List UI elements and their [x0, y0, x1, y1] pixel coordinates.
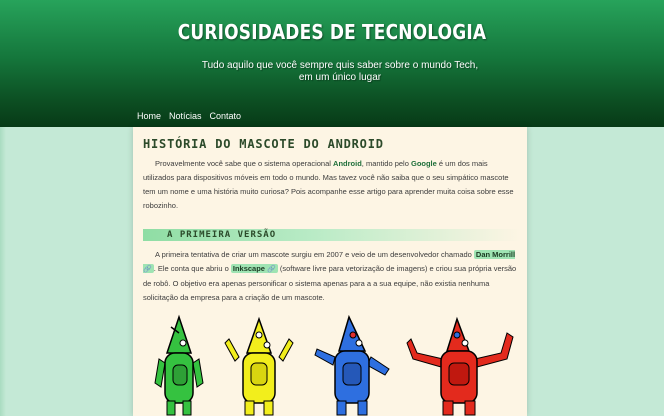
site-title: Curiosidades de Tecnologia	[177, 20, 487, 44]
section-header: A primeira versão	[143, 229, 521, 241]
intro-paragraph: Provavelmente você sabe que o sistema op…	[143, 157, 521, 213]
section-text-1: A primeira tentativa de criar um mascote…	[155, 250, 474, 259]
site-subtitle: Tudo aquilo que você sempre quis saber s…	[201, 60, 479, 83]
section-paragraph: A primeira tentativa de criar um mascote…	[143, 248, 521, 305]
section-text-2: . Ele conta que abriu o	[153, 264, 231, 273]
robot-illustration	[133, 313, 527, 416]
red-robot	[406, 316, 514, 416]
section-title: A primeira versão	[167, 230, 277, 240]
link-icon: 🔗	[267, 266, 276, 273]
keyword-android: Android	[333, 159, 362, 168]
link-inkscape-label: Inkscape	[232, 264, 265, 273]
nav-home[interactable]: Home	[137, 111, 161, 121]
link-icon: 🔗	[143, 266, 152, 273]
yellow-robot	[224, 316, 294, 416]
main-nav: Home Notícias Contato	[137, 111, 241, 121]
left-shadow	[0, 127, 6, 416]
green-robot	[154, 314, 204, 416]
keyword-google: Google	[410, 159, 437, 168]
site-header: Curiosidades de Tecnologia Tudo aquilo q…	[0, 0, 664, 127]
intro-text-1: Provavelmente você sabe que o sistema op…	[155, 159, 334, 168]
nav-noticias[interactable]: Notícias	[169, 111, 202, 121]
link-inkscape[interactable]: Inkscape 🔗	[230, 264, 278, 273]
blue-robot	[314, 314, 390, 416]
nav-contato[interactable]: Contato	[210, 111, 242, 121]
post-content: História do mascote do Android Provavelm…	[133, 127, 527, 416]
link-dan-morrill-label: Dan Morrill	[475, 250, 516, 259]
intro-text-2: , mantido pelo	[361, 159, 411, 168]
post-title: História do mascote do Android	[143, 137, 384, 151]
